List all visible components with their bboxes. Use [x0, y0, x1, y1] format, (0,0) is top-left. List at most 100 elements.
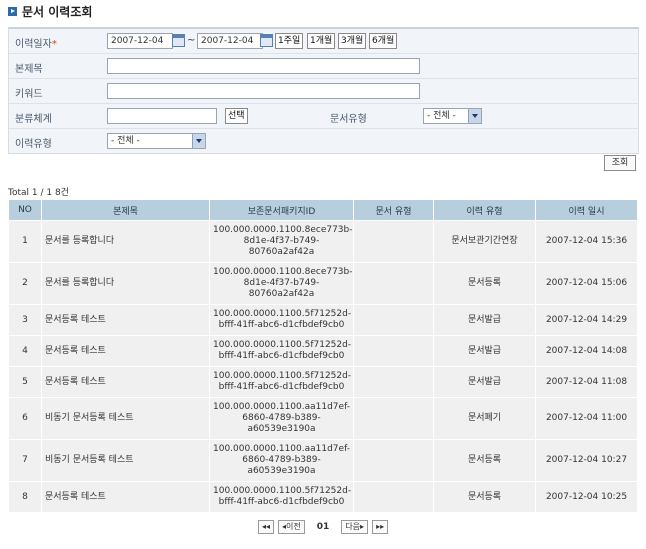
title-row: 본제목 — [9, 54, 638, 79]
cell-title[interactable]: 문서를 등록합니다 — [41, 220, 210, 263]
title-bullet-icon — [8, 6, 17, 16]
class-select-button[interactable]: 선택 — [225, 108, 248, 124]
cell-doc-type — [353, 262, 434, 305]
date-row: 이력일자* 2007-12-04 ~ 2007-12-04 1주일 1개월 3개… — [9, 29, 638, 54]
title-input[interactable] — [107, 58, 420, 74]
quick-3month-button[interactable]: 3개월 — [338, 33, 367, 49]
cell-datetime: 2007-12-04 10:27 — [535, 439, 638, 482]
cell-pkg-id: 100.000.0000.1100.aa11d7ef-6860-4789-b38… — [209, 439, 354, 482]
keyword-input[interactable] — [107, 83, 420, 99]
col-header-pkg-id: 보존문서패키지ID — [209, 199, 354, 221]
table-row[interactable]: 1 문서를 등록합니다 100.000.0000.1100.8ece773b-8… — [8, 220, 638, 263]
date-range-tilde: ~ — [187, 35, 196, 46]
history-type-select[interactable]: - 전체 - — [107, 133, 206, 149]
table-row[interactable]: 3 문서등록 테스트 100.000.0000.1100.5f71252d-bf… — [8, 304, 638, 336]
calendar-to-icon[interactable] — [260, 34, 273, 47]
doc-type-label: 문서유형 — [330, 114, 367, 125]
table-row[interactable]: 5 문서등록 테스트 100.000.0000.1100.5f71252d-bf… — [8, 366, 638, 398]
cell-history-type: 문서폐기 — [433, 397, 536, 440]
calendar-from-icon[interactable] — [172, 34, 185, 47]
cell-doc-type — [353, 304, 434, 336]
cell-datetime: 2007-12-04 10:25 — [535, 481, 638, 513]
last-page-button[interactable]: ▸▸ — [372, 520, 389, 534]
cell-doc-type — [353, 220, 434, 263]
cell-history-type: 문서보관기간연장 — [433, 220, 536, 263]
cell-no: 1 — [8, 220, 42, 263]
cell-datetime: 2007-12-04 14:29 — [535, 304, 638, 336]
cell-pkg-id: 100.000.0000.1100.5f71252d-bfff-41ff-abc… — [209, 304, 354, 336]
cell-history-type: 문서발급 — [433, 366, 536, 398]
cell-pkg-id: 100.000.0000.1100.8ece773b-8d1e-4f37-b74… — [209, 220, 354, 263]
cell-doc-type — [353, 481, 434, 513]
current-page-number[interactable]: 01 — [317, 522, 330, 532]
next-page-button[interactable]: 다음▸ — [341, 520, 369, 534]
cell-history-type: 문서등록 — [433, 262, 536, 305]
chevron-down-icon[interactable] — [468, 109, 481, 123]
cell-datetime: 2007-12-04 11:08 — [535, 366, 638, 398]
title-label: 본제목 — [15, 64, 43, 75]
cell-no: 2 — [8, 262, 42, 305]
cell-pkg-id: 100.000.0000.1100.8ece773b-8d1e-4f37-b74… — [209, 262, 354, 305]
cell-title[interactable]: 문서를 등록합니다 — [41, 262, 210, 305]
quick-6month-button[interactable]: 6개월 — [369, 33, 398, 49]
cell-title[interactable]: 문서등록 테스트 — [41, 366, 210, 398]
table-row[interactable]: 7 비동기 문서등록 테스트 100.000.0000.1100.aa11d7e… — [8, 439, 638, 482]
table-row[interactable]: 2 문서를 등록합니다 100.000.0000.1100.8ece773b-8… — [8, 262, 638, 305]
col-header-title: 본제목 — [41, 199, 210, 221]
date-label: 이력일자* — [15, 39, 57, 50]
cell-title[interactable]: 비동기 문서등록 테스트 — [41, 397, 210, 440]
cell-title[interactable]: 문서등록 테스트 — [41, 304, 210, 336]
table-row[interactable]: 4 문서등록 테스트 100.000.0000.1100.5f71252d-bf… — [8, 335, 638, 367]
keyword-row: 키워드 — [9, 79, 638, 104]
first-page-button[interactable]: ◂◂ — [258, 520, 275, 534]
cell-no: 6 — [8, 397, 42, 440]
doc-type-value: - 전체 - — [427, 111, 456, 121]
col-header-doc-type: 문서 유형 — [353, 199, 434, 221]
page-header: 문서 이력조회 — [8, 3, 92, 19]
cell-pkg-id: 100.000.0000.1100.5f71252d-bfff-41ff-abc… — [209, 366, 354, 398]
history-type-value: - 전체 - — [111, 136, 140, 146]
quick-1week-button[interactable]: 1주일 — [275, 33, 304, 49]
cell-no: 4 — [8, 335, 42, 367]
cell-doc-type — [353, 439, 434, 482]
cell-title[interactable]: 비동기 문서등록 테스트 — [41, 439, 210, 482]
total-count: Total 1 / 1 8건 — [8, 188, 69, 198]
cell-no: 3 — [8, 304, 42, 336]
cell-pkg-id: 100.000.0000.1100.aa11d7ef-6860-4789-b38… — [209, 397, 354, 440]
cell-doc-type — [353, 397, 434, 440]
cell-no: 7 — [8, 439, 42, 482]
cell-doc-type — [353, 366, 434, 398]
query-button[interactable]: 조회 — [604, 155, 636, 171]
search-panel: 이력일자* 2007-12-04 ~ 2007-12-04 1주일 1개월 3개… — [8, 27, 639, 154]
cell-history-type: 문서등록 — [433, 439, 536, 482]
page-title: 문서 이력조회 — [22, 4, 93, 19]
cell-datetime: 2007-12-04 15:36 — [535, 220, 638, 263]
cell-no: 8 — [8, 481, 42, 513]
chevron-down-icon[interactable] — [192, 134, 205, 148]
class-label: 분류체계 — [15, 114, 52, 125]
history-table: NO 본제목 보존문서패키지ID 문서 유형 이력 유형 이력 일시 1 문서를… — [8, 199, 638, 513]
history-type-label: 이력유형 — [15, 139, 52, 150]
col-header-history-type: 이력 유형 — [433, 199, 536, 221]
date-from-input[interactable]: 2007-12-04 — [107, 33, 173, 49]
history-type-row: 이력유형 - 전체 - — [9, 129, 638, 153]
date-to-input[interactable]: 2007-12-04 — [197, 33, 263, 49]
class-input[interactable] — [107, 108, 217, 124]
cell-history-type: 문서발급 — [433, 304, 536, 336]
cell-history-type: 문서발급 — [433, 335, 536, 367]
table-row[interactable]: 6 비동기 문서등록 테스트 100.000.0000.1100.aa11d7e… — [8, 397, 638, 440]
doc-type-select[interactable]: - 전체 - — [423, 108, 482, 124]
pagination: ◂◂ ◂이전 01 다음▸ ▸▸ — [258, 520, 389, 534]
cell-datetime: 2007-12-04 14:08 — [535, 335, 638, 367]
cell-title[interactable]: 문서등록 테스트 — [41, 481, 210, 513]
cell-datetime: 2007-12-04 15:06 — [535, 262, 638, 305]
cell-title[interactable]: 문서등록 테스트 — [41, 335, 210, 367]
table-header-row: NO 본제목 보존문서패키지ID 문서 유형 이력 유형 이력 일시 — [8, 199, 638, 221]
cell-history-type: 문서등록 — [433, 481, 536, 513]
cell-no: 5 — [8, 366, 42, 398]
prev-page-button[interactable]: ◂이전 — [278, 520, 305, 534]
cell-datetime: 2007-12-04 11:00 — [535, 397, 638, 440]
table-row[interactable]: 8 문서등록 테스트 100.000.0000.1100.5f71252d-bf… — [8, 481, 638, 513]
quick-1month-button[interactable]: 1개월 — [307, 33, 336, 49]
col-header-no: NO — [8, 199, 42, 221]
